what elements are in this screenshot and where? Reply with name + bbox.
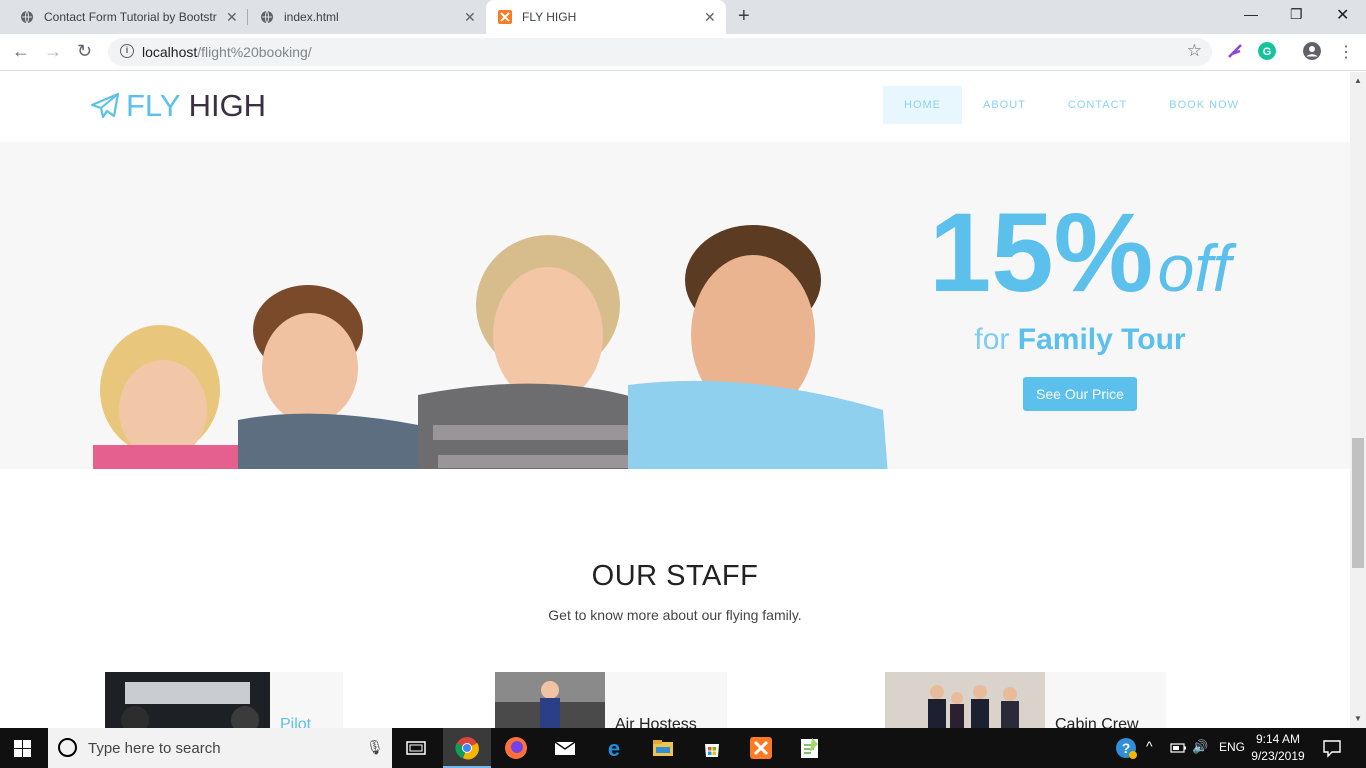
profile-avatar-icon[interactable] <box>1303 42 1321 60</box>
logo-text-fly: FLY <box>126 88 181 123</box>
globe-icon <box>261 10 273 24</box>
clock-time: 9:14 AM <box>1255 732 1301 746</box>
svg-text:e: e <box>608 736 620 760</box>
tab-title: FLY HIGH <box>522 10 577 24</box>
staff-card-cabin-crew[interactable]: Cabin Crew <box>885 672 1166 728</box>
discount-suffix: off <box>1157 231 1231 305</box>
logo-text-high: HIGH <box>188 88 267 123</box>
feather-extension-icon[interactable] <box>1226 42 1244 60</box>
cortana-icon <box>58 738 77 757</box>
edge-icon[interactable]: e <box>602 736 626 760</box>
nav-home[interactable]: HOME <box>883 86 962 124</box>
staff-card-title: Pilot <box>280 716 312 728</box>
hero-banner: 15% off for Family Tour See Our Price <box>0 142 1350 469</box>
promo-block: 15% off for Family Tour See Our Price <box>900 197 1260 411</box>
tab-close-icon[interactable]: ✕ <box>704 9 716 26</box>
promo-subtitle-strong: Family Tour <box>1017 323 1186 356</box>
taskbar-search-box[interactable]: Type here to search 🎙 <box>48 728 392 768</box>
browser-tab-fly-high[interactable]: FLY HIGH ✕ <box>486 0 726 34</box>
microsoft-store-icon[interactable] <box>700 736 724 760</box>
address-bar[interactable]: i localhost/flight%20booking/ ☆ <box>108 38 1212 66</box>
menu-kebab-icon[interactable]: ⋮ <box>1338 42 1354 62</box>
restore-icon[interactable]: ❐ <box>1290 6 1303 23</box>
volume-icon[interactable]: 🔊 <box>1192 739 1208 755</box>
browser-tab-contact-form[interactable]: Contact Form Tutorial by Bootstr ✕ <box>0 0 246 34</box>
see-our-price-button[interactable]: See Our Price <box>1023 377 1137 411</box>
scroll-down-icon[interactable]: ▼ <box>1354 714 1362 723</box>
tab-title: index.html <box>284 10 339 24</box>
discount-value: 15% <box>928 190 1154 315</box>
site-logo[interactable]: FLY HIGH <box>90 88 266 124</box>
battery-icon[interactable] <box>1168 738 1188 758</box>
new-tab-icon[interactable]: + <box>738 5 750 28</box>
back-icon[interactable]: ← <box>12 41 30 62</box>
microphone-icon[interactable]: 🎙 <box>366 739 384 756</box>
family-photo <box>93 225 888 469</box>
clock-date: 9/23/2019 <box>1251 749 1305 763</box>
tab-close-icon[interactable]: ✕ <box>464 9 476 26</box>
tab-title: Contact Form Tutorial by Bootstr <box>44 10 217 24</box>
taskbar-search-placeholder: Type here to search <box>88 740 221 757</box>
notepad-plus-icon[interactable] <box>798 736 822 760</box>
language-indicator[interactable]: ENG <box>1219 740 1245 754</box>
staff-subheading: Get to know more about our flying family… <box>548 607 802 623</box>
windows-taskbar: Type here to search 🎙 e ? ^ 🔊 ENG 9:14 A… <box>0 728 1366 768</box>
staff-card-pilot[interactable]: Pilot <box>105 672 343 728</box>
forward-icon[interactable]: → <box>44 41 62 62</box>
staff-section: OUR STAFF Get to know more about our fly… <box>0 560 1350 623</box>
browser-tab-strip: Contact Form Tutorial by Bootstr ✕ index… <box>0 0 1366 34</box>
paper-plane-icon <box>90 92 120 119</box>
chevron-up-icon[interactable]: ^ <box>1146 738 1153 754</box>
system-clock[interactable]: 9:14 AM 9/23/2019 <box>1248 731 1308 765</box>
site-header: FLY HIGH HOME ABOUT CONTACT BOOK NOW <box>0 72 1350 142</box>
globe-icon <box>21 10 33 24</box>
svg-text:?: ? <box>1122 740 1131 756</box>
nav-about[interactable]: ABOUT <box>962 86 1047 124</box>
nav-contact[interactable]: CONTACT <box>1047 86 1148 124</box>
browser-tab-index[interactable]: index.html ✕ <box>240 0 486 34</box>
scroll-up-icon[interactable]: ▲ <box>1354 76 1362 85</box>
page-scrollbar[interactable]: ▲ ▼ <box>1350 72 1366 728</box>
staff-card-air-hostess[interactable]: Air Hostess <box>495 672 727 728</box>
reload-icon[interactable]: ↻ <box>77 41 92 62</box>
address-url: localhost/flight%20booking/ <box>142 44 312 60</box>
help-icon[interactable]: ? <box>1114 736 1138 760</box>
url-host: localhost <box>142 44 198 60</box>
url-path: /flight%20booking/ <box>197 44 312 60</box>
browser-toolbar: ← → ↻ i localhost/flight%20booking/ ☆ G … <box>0 34 1366 71</box>
xampp-icon <box>498 10 512 24</box>
bookmark-star-icon[interactable]: ☆ <box>1187 41 1202 61</box>
cabin-crew-photo <box>885 672 1045 728</box>
scroll-thumb[interactable] <box>1352 438 1364 568</box>
staff-heading: OUR STAFF <box>591 560 759 592</box>
svg-text:G: G <box>1263 46 1272 58</box>
info-icon[interactable]: i <box>120 44 134 58</box>
file-explorer-icon[interactable] <box>651 736 675 760</box>
main-nav: HOME ABOUT CONTACT BOOK NOW <box>883 86 1260 124</box>
close-window-icon[interactable]: ✕ <box>1336 5 1349 25</box>
staff-card-title: Air Hostess <box>615 716 697 728</box>
task-view-icon[interactable] <box>404 736 428 760</box>
xampp-taskbar-icon[interactable] <box>749 736 773 760</box>
pilot-photo <box>105 672 270 728</box>
tab-close-icon[interactable]: ✕ <box>226 9 238 26</box>
action-center-icon[interactable] <box>1321 737 1343 759</box>
air-hostess-photo <box>495 672 605 728</box>
nav-book-now[interactable]: BOOK NOW <box>1148 86 1260 124</box>
promo-subtitle-prefix: for <box>974 323 1010 356</box>
promo-subtitle: for Family Tour <box>900 323 1260 357</box>
discount-line: 15% off <box>900 197 1260 309</box>
minimize-icon[interactable]: — <box>1244 6 1258 22</box>
windows-start-icon[interactable] <box>14 740 31 757</box>
grammarly-icon[interactable]: G <box>1258 42 1276 60</box>
staff-card-title: Cabin Crew <box>1055 716 1139 728</box>
page-viewport: FLY HIGH HOME ABOUT CONTACT BOOK NOW 15%… <box>0 72 1350 728</box>
mail-icon[interactable] <box>553 736 577 760</box>
firefox-icon[interactable] <box>504 736 528 760</box>
chrome-icon[interactable] <box>455 736 479 760</box>
